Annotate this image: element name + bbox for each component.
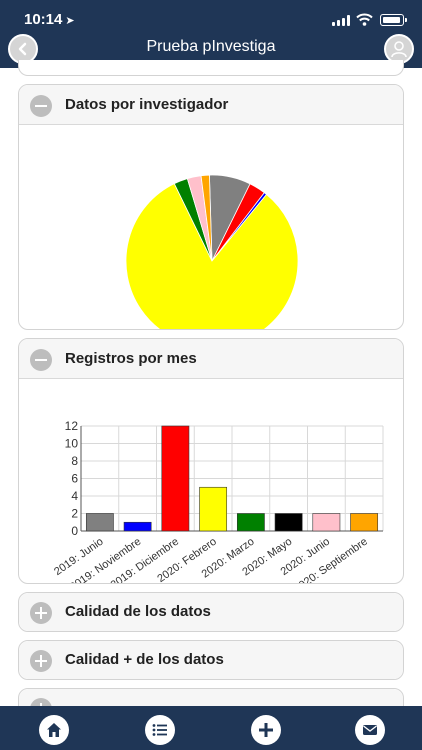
y-tick-label: 8 — [71, 454, 78, 468]
user-avatar-icon — [391, 41, 407, 58]
panel-header[interactable]: Calidad de los datos — [19, 593, 403, 631]
panel-calidad-de-los-datos[interactable]: Calidad de los datos — [18, 592, 404, 632]
y-tick-label: 10 — [65, 437, 79, 451]
panel-datos-por-investigador: Datos por investigador — [18, 84, 404, 330]
status-bar: 10:14 ➤ — [0, 0, 422, 36]
panel-header[interactable]: Registros por mes — [19, 339, 403, 379]
status-time-text: 10:14 — [24, 11, 63, 28]
list-button[interactable] — [145, 715, 175, 745]
collapse-icon[interactable] — [30, 349, 52, 371]
mail-button[interactable] — [355, 715, 385, 745]
previous-panel-edge — [18, 60, 404, 76]
panel-registros-por-mes: Registros por mes 0 2 4 6 8 10 12 2019: Junio 20… — [18, 338, 404, 584]
panel-header[interactable]: Calidad + de los datos — [19, 641, 403, 679]
bar-1[interactable] — [123, 521, 152, 532]
battery-icon — [380, 14, 407, 26]
status-time: 10:14 ➤ — [24, 11, 75, 28]
bar-0[interactable] — [85, 513, 114, 532]
panel-title: Datos por investigador — [65, 96, 229, 113]
bar-6[interactable] — [312, 513, 341, 532]
expand-icon[interactable] — [30, 650, 52, 672]
home-icon — [47, 723, 61, 737]
mail-icon — [363, 725, 377, 735]
y-tick-label: 6 — [71, 472, 78, 486]
bar-2[interactable] — [161, 425, 190, 532]
bar-7[interactable] — [350, 513, 379, 532]
y-tick-label: 0 — [71, 524, 78, 538]
y-tick-label: 2 — [71, 507, 78, 521]
y-tick-label: 12 — [65, 419, 79, 433]
pie-chart — [125, 174, 299, 329]
bar-3[interactable] — [199, 486, 228, 532]
panel-title: Calidad + de los datos — [65, 651, 224, 668]
bottom-tab-bar — [0, 706, 422, 750]
wifi-icon — [356, 13, 373, 26]
panel-header[interactable]: Datos por investigador — [19, 85, 403, 125]
location-arrow-icon: ➤ — [65, 15, 75, 27]
list-icon — [152, 724, 167, 736]
panel-calidad-mas-de-los-datos[interactable]: Calidad + de los datos — [18, 640, 404, 680]
plus-icon — [259, 723, 273, 737]
bar-4[interactable] — [236, 513, 265, 532]
panel-title: Calidad de los datos — [65, 603, 211, 620]
home-button[interactable] — [39, 715, 69, 745]
bar-chart: 0246810122019: Junio2019: Noviembre2019:… — [52, 419, 384, 583]
collapse-icon[interactable] — [30, 95, 52, 117]
bar-5[interactable] — [274, 513, 303, 532]
page-title: Prueba pInvestiga — [146, 38, 276, 55]
y-tick-label: 4 — [71, 489, 78, 503]
app-header: 10:14 ➤ Prueba pInvestiga — [0, 0, 422, 68]
add-button[interactable] — [251, 715, 281, 745]
expand-icon[interactable] — [30, 602, 52, 624]
cellular-signal-icon — [332, 15, 350, 26]
panel-title: Registros por mes — [65, 350, 197, 367]
